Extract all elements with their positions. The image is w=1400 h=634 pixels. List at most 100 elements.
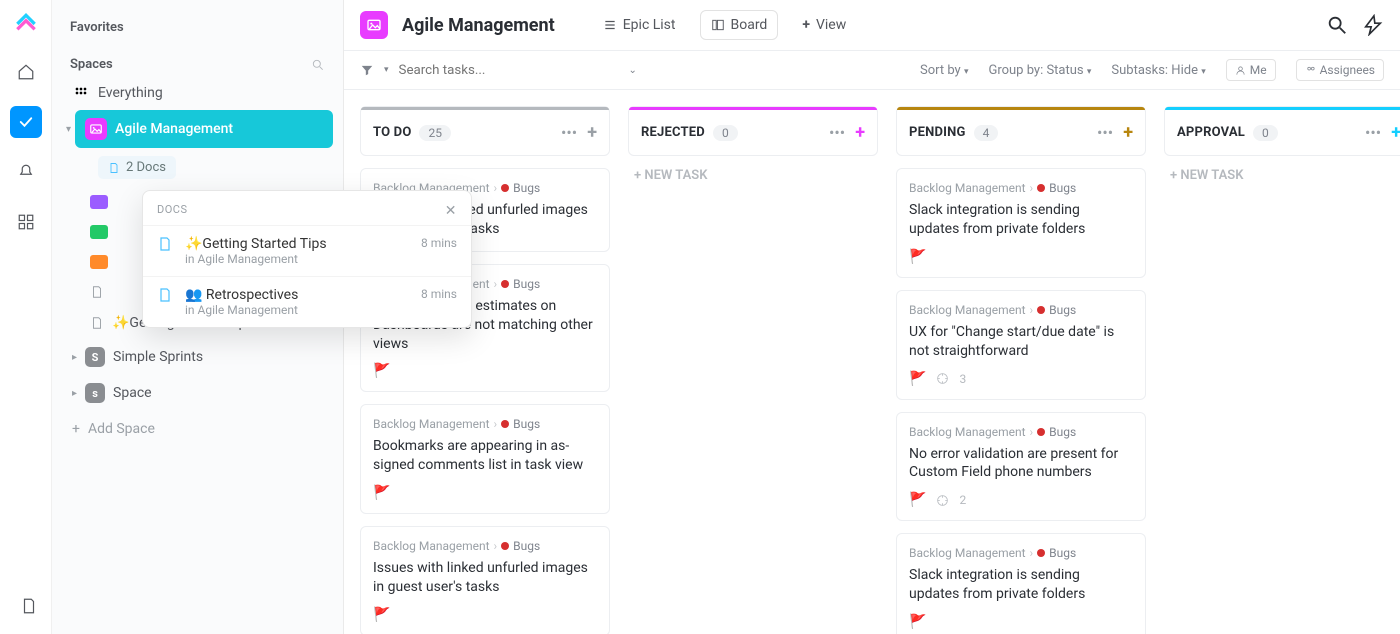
popover-doc-row[interactable]: ✨Getting Started Tips in Agile Managemen…	[143, 225, 471, 276]
folder-icon	[90, 195, 108, 209]
task-card[interactable]: Backlog Management › Bugs No error valid…	[896, 412, 1146, 522]
doc-icon	[157, 236, 175, 266]
add-task-button[interactable]: +	[1123, 122, 1133, 143]
flag-icon: 🚩	[373, 607, 390, 623]
task-card[interactable]: Backlog Management › Bugs Bookmarks are …	[360, 404, 610, 514]
search-icon[interactable]	[311, 58, 325, 72]
add-view-button[interactable]: + View	[792, 11, 856, 39]
tab-board[interactable]: Board	[700, 10, 779, 40]
doc-icon	[157, 287, 175, 317]
column-count: 0	[1253, 125, 1278, 141]
popover-doc-sub: in Agile Management	[185, 252, 411, 266]
flag-icon: 🚩	[909, 249, 926, 265]
sidebar-item-label: Simple Sprints	[113, 349, 203, 365]
card-category: Bugs	[513, 277, 540, 291]
chevron-right-icon: ▸	[72, 388, 77, 399]
sidebar-item-space[interactable]: ▸ s Space	[62, 375, 333, 411]
space-icon	[360, 11, 388, 39]
search-box[interactable]	[399, 63, 619, 78]
folder-icon	[90, 225, 108, 239]
column-title: APPROVAL	[1177, 125, 1245, 140]
space-badge: S	[85, 347, 105, 367]
home-icon[interactable]	[10, 56, 42, 88]
status-dot-icon	[1037, 184, 1045, 192]
sidebar-item-everything[interactable]: Everything	[62, 76, 333, 110]
more-icon[interactable]: •••	[561, 123, 577, 142]
popover-doc-row[interactable]: 👥 Retrospectives in Agile Management 8 m…	[143, 276, 471, 327]
popover-doc-time: 8 mins	[421, 236, 457, 266]
sidebar-item-agile[interactable]: Agile Management	[75, 110, 333, 148]
status-dot-icon	[1037, 306, 1045, 314]
new-task-button[interactable]: + NEW TASK	[1164, 156, 1400, 195]
card-title: Slack integration is sending updates fro…	[909, 566, 1133, 604]
docs-popover: DOCS ✕ ✨Getting Started Tips in Agile Ma…	[142, 190, 472, 328]
tab-epic-list[interactable]: Epic List	[593, 11, 686, 39]
chevron-down-icon[interactable]: ▾	[62, 124, 71, 135]
status-dot-icon	[501, 280, 509, 288]
doc-icon	[90, 316, 104, 330]
add-space-button[interactable]: + Add Space	[62, 411, 333, 447]
task-card[interactable]: Backlog Management › Bugs Issues with li…	[360, 526, 610, 634]
popover-doc-time: 8 mins	[421, 287, 457, 317]
flag-icon: 🚩	[373, 363, 390, 379]
board-column-approval: APPROVAL 0 ••• + + NEW TASK	[1164, 106, 1400, 195]
card-category: Bugs	[513, 181, 540, 195]
plus-icon: +	[72, 421, 80, 437]
more-icon[interactable]: •••	[829, 123, 845, 142]
assignees-button[interactable]: Assignees	[1296, 59, 1384, 81]
me-button[interactable]: Me	[1226, 59, 1276, 81]
card-location: Backlog Management	[909, 546, 1026, 560]
add-task-button[interactable]: +	[855, 122, 865, 143]
favorites-heading: Favorites	[62, 14, 333, 41]
subtask-count: 3	[959, 372, 966, 386]
close-icon[interactable]: ✕	[445, 203, 457, 219]
doc-icon[interactable]	[13, 590, 45, 622]
card-category: Bugs	[513, 539, 540, 553]
new-task-button[interactable]: + NEW TASK	[628, 156, 878, 195]
folder-icon	[90, 255, 108, 269]
card-location: Backlog Management	[909, 181, 1026, 195]
chevron-down-icon[interactable]: ⌄	[629, 65, 637, 76]
sidebar-item-label: Agile Management	[115, 121, 233, 137]
board-area: TO DO 25 ••• + Backlog Management › Bugs…	[344, 90, 1400, 634]
column-title: TO DO	[373, 125, 411, 140]
status-dot-icon	[1037, 428, 1045, 436]
docs-pill[interactable]: 2 Docs	[98, 156, 176, 179]
more-icon[interactable]: •••	[1097, 123, 1113, 142]
card-title: No error validation are present for Cust…	[909, 445, 1133, 483]
tab-label: Epic List	[623, 17, 676, 33]
add-task-button[interactable]: +	[587, 122, 597, 143]
status-dot-icon	[501, 542, 509, 550]
search-icon[interactable]	[1326, 14, 1348, 36]
card-category: Bugs	[1049, 181, 1076, 195]
chevron-right-icon: ▸	[72, 352, 77, 363]
more-icon[interactable]: •••	[1365, 123, 1381, 142]
flag-icon: 🚩	[909, 492, 926, 508]
sidebar-item-simple-sprints[interactable]: ▸ S Simple Sprints	[62, 339, 333, 375]
icon-rail	[0, 0, 52, 634]
card-location: Backlog Management	[909, 303, 1026, 317]
group-by-dropdown[interactable]: Group by: Status ▾	[988, 63, 1091, 78]
flag-icon: 🚩	[909, 371, 926, 387]
chevron-down-icon[interactable]: ▾	[384, 65, 389, 75]
apps-icon[interactable]	[10, 206, 42, 238]
popover-doc-title: 👥 Retrospectives	[185, 287, 411, 303]
add-task-button[interactable]: +	[1391, 122, 1400, 143]
subtasks-dropdown[interactable]: Subtasks: Hide ▾	[1111, 63, 1205, 78]
card-location: Backlog Management	[373, 539, 490, 553]
popover-doc-title: ✨Getting Started Tips	[185, 236, 411, 252]
search-input[interactable]	[399, 63, 539, 78]
task-card[interactable]: Backlog Management › Bugs Slack integrat…	[896, 168, 1146, 278]
bolt-icon[interactable]	[1362, 14, 1384, 36]
notifications-icon[interactable]	[10, 156, 42, 188]
subtask-count: 2	[959, 493, 966, 507]
task-card[interactable]: Backlog Management › Bugs UX for "Change…	[896, 290, 1146, 400]
plus-icon: +	[802, 17, 810, 33]
add-space-label: Add Space	[88, 421, 155, 437]
task-card[interactable]: Backlog Management › Bugs Slack integrat…	[896, 533, 1146, 634]
column-count: 0	[713, 125, 738, 141]
tasks-icon[interactable]	[10, 106, 42, 138]
column-count: 4	[974, 125, 999, 141]
filter-icon[interactable]	[360, 63, 374, 77]
sort-by-dropdown[interactable]: Sort by ▾	[920, 63, 968, 78]
